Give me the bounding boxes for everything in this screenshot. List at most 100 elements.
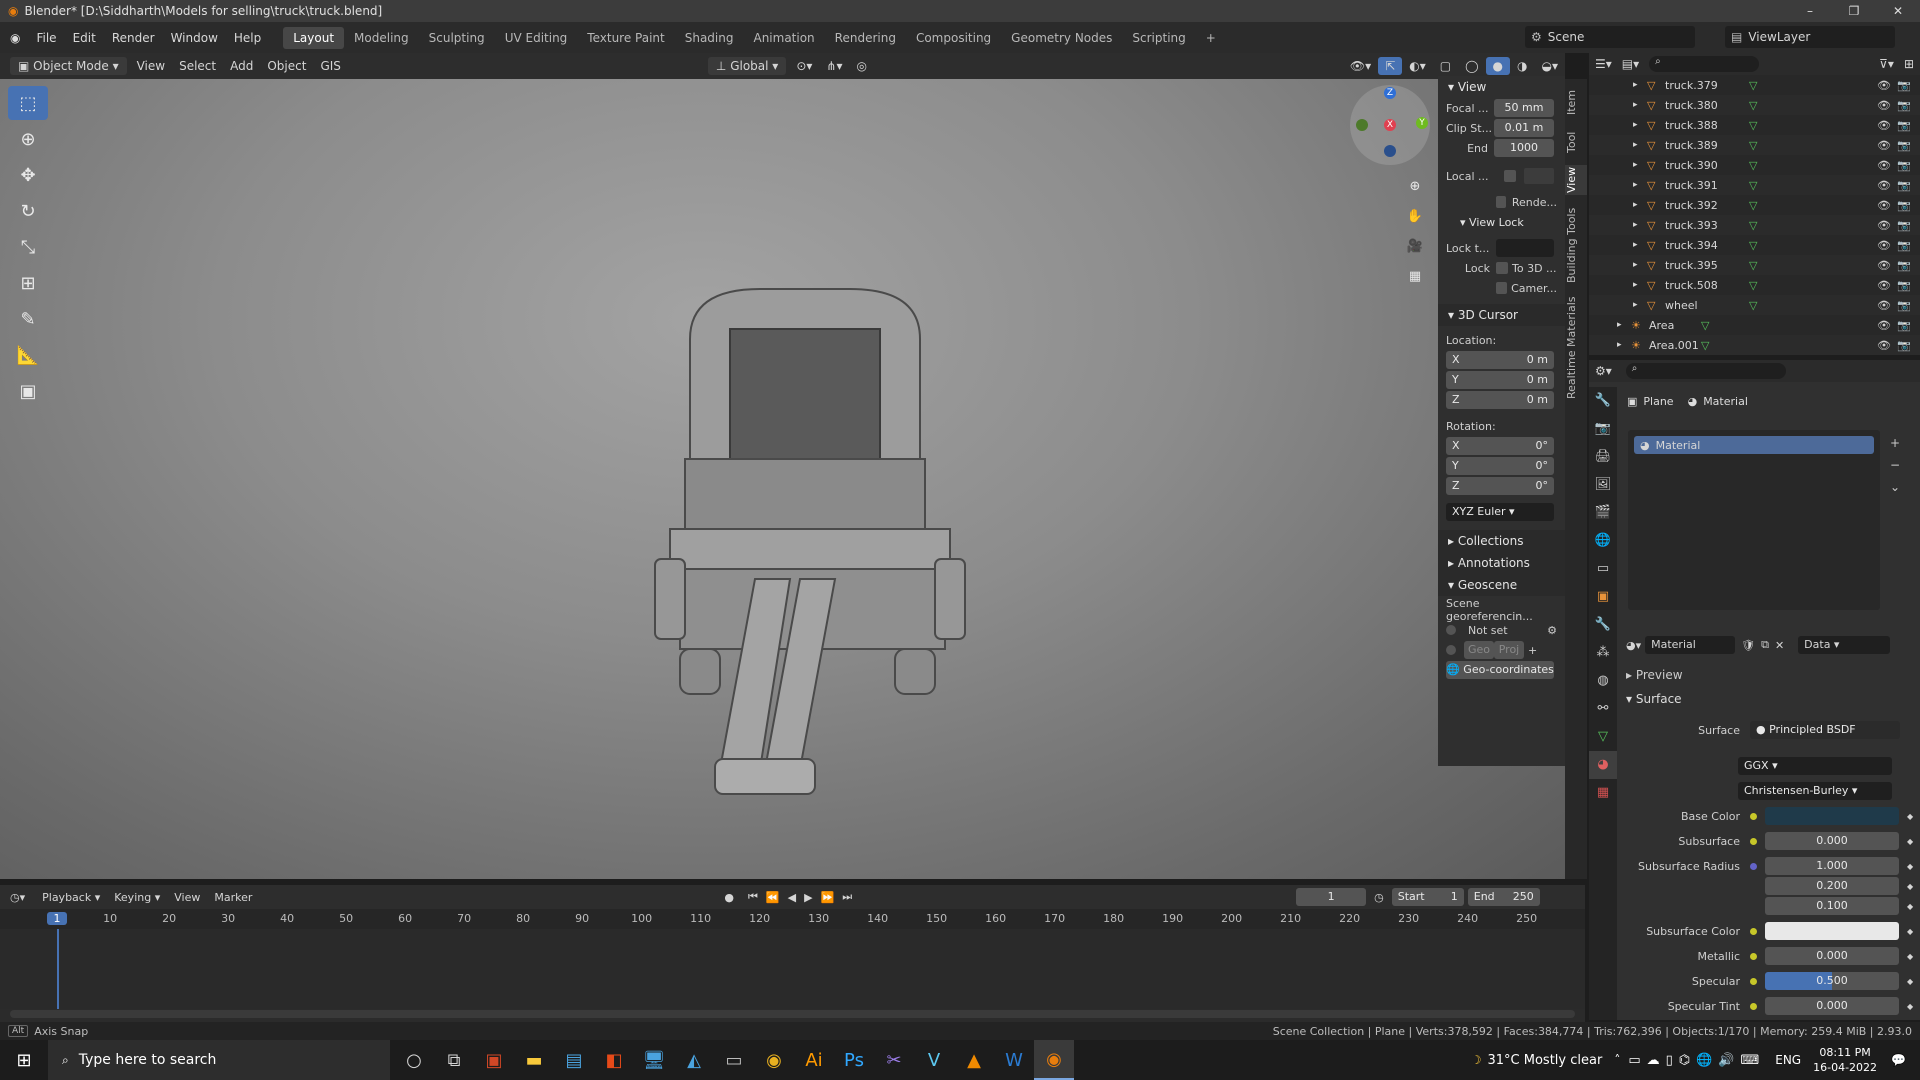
shader-input-field[interactable]: 0.000 — [1765, 997, 1899, 1015]
expand-arrow-icon[interactable]: ▸ — [1633, 140, 1638, 150]
lock-camera-checkbox[interactable] — [1496, 282, 1508, 294]
grid-icon[interactable]: ▦ — [1402, 263, 1428, 289]
gizmo-z-icon[interactable]: Z — [1384, 87, 1396, 99]
render-camera-icon[interactable]: 📷 — [1897, 319, 1911, 332]
outliner-item[interactable]: ▸ ▽ truck.389 ▽ 👁 📷 — [1589, 135, 1920, 155]
prev-key-icon[interactable]: ⏪ — [762, 891, 784, 904]
camera-picker[interactable] — [1524, 168, 1554, 184]
menu-add[interactable]: Add — [223, 57, 260, 75]
visibility-eye-icon[interactable]: 👁 — [1877, 299, 1891, 312]
material-browse-icon[interactable]: ◕▾ — [1626, 639, 1641, 652]
tab-shading[interactable]: Shading — [675, 27, 744, 49]
clip-end-field[interactable]: 1000 — [1494, 139, 1554, 157]
expand-arrow-icon[interactable]: ▸ — [1633, 220, 1638, 230]
vpn-icon[interactable]: V — [914, 1040, 954, 1080]
remove-slot-button[interactable]: − — [1890, 454, 1900, 476]
gizmo-neg-y-icon[interactable] — [1356, 119, 1368, 131]
object-tab-icon[interactable]: ▣ — [1589, 583, 1617, 611]
menu-render[interactable]: Render — [104, 31, 163, 45]
geo-settings-icon[interactable]: ⚙ — [1547, 624, 1557, 637]
visibility-eye-icon[interactable]: 👁 — [1877, 339, 1891, 352]
proj-button[interactable]: Proj — [1494, 641, 1524, 659]
gizmo-neg-z-icon[interactable] — [1384, 145, 1396, 157]
timeline-ruler[interactable]: 1 10 20 30 40 50 60 70 80 90 100 110 120 130 140 150 160… — [0, 909, 1585, 929]
tab-uv-editing[interactable]: UV Editing — [495, 27, 578, 49]
photoshop-icon[interactable]: Ps — [834, 1040, 874, 1080]
xray-icon[interactable]: ▢ — [1433, 57, 1458, 75]
keyframe-dot-icon[interactable]: ◆ — [1907, 812, 1913, 821]
render-camera-icon[interactable]: 📷 — [1897, 199, 1911, 212]
tool-tab-icon[interactable]: 🔧 — [1589, 387, 1617, 415]
geoscene-section-header[interactable]: ▾ Geoscene — [1438, 574, 1565, 596]
snap-icon[interactable]: ⋔▾ — [819, 57, 849, 75]
tab-compositing[interactable]: Compositing — [906, 27, 1001, 49]
gizmo-icon[interactable]: ⇱ — [1378, 57, 1403, 75]
outliner-search[interactable]: ⌕ — [1649, 56, 1760, 72]
azure-icon[interactable]: ◭ — [674, 1040, 714, 1080]
shader-input-field[interactable] — [1765, 922, 1899, 940]
render-region-checkbox[interactable] — [1496, 196, 1506, 208]
keyframe-dot-icon[interactable]: ◆ — [1907, 862, 1913, 871]
preview-range-icon[interactable]: ◷ — [1366, 891, 1392, 904]
expand-arrow-icon[interactable]: ▸ — [1633, 160, 1638, 170]
close-button[interactable]: ✕ — [1876, 0, 1920, 22]
focal-length-field[interactable]: 50 mm — [1494, 99, 1554, 117]
weather-text[interactable]: 31°C Mostly clear — [1488, 1053, 1603, 1068]
add-slot-button[interactable]: + — [1890, 432, 1900, 454]
pivot-icon[interactable]: ⊙▾ — [789, 57, 819, 75]
shader-input-field[interactable]: 0.000 — [1765, 947, 1899, 965]
render-camera-icon[interactable]: 📷 — [1897, 119, 1911, 132]
blender-taskbar-icon[interactable]: ◉ — [1034, 1040, 1074, 1080]
powerpoint-icon[interactable]: ▣ — [474, 1040, 514, 1080]
menu-gis[interactable]: GIS — [313, 57, 347, 75]
clip-start-field[interactable]: 0.01 m — [1494, 119, 1554, 137]
view-layer-tab-icon[interactable]: 🖼 — [1589, 471, 1617, 499]
shading-solid-icon[interactable]: ● — [1485, 57, 1511, 75]
notification-icon[interactable]: 💬 — [1891, 1053, 1906, 1067]
illustrator-icon[interactable]: Ai — [794, 1040, 834, 1080]
modifier-tab-icon[interactable]: 🔧 — [1589, 611, 1617, 639]
shader-input-field[interactable]: 1.000 — [1765, 857, 1899, 875]
record-icon[interactable]: ● — [714, 891, 744, 904]
annotations-section-header[interactable]: ▸ Annotations — [1438, 552, 1565, 574]
render-camera-icon[interactable]: 📷 — [1897, 239, 1911, 252]
outliner-item[interactable]: ▸ ☀ Area.001 ▽ 👁 📷 — [1589, 335, 1920, 355]
tray-chevron-icon[interactable]: ˄ — [1614, 1053, 1620, 1067]
menu-marker[interactable]: Marker — [207, 889, 259, 906]
output-tab-icon[interactable]: 🖨 — [1589, 443, 1617, 471]
expand-arrow-icon[interactable]: ▸ — [1633, 280, 1638, 290]
taskbar-search[interactable]: ⌕ Type here to search — [48, 1040, 390, 1080]
annotate-icon[interactable]: ✎ — [8, 302, 48, 336]
remote-desktop-icon[interactable]: 🖥 — [634, 1040, 674, 1080]
view-lock-header[interactable]: ▾ View Lock — [1438, 212, 1565, 234]
word-icon[interactable]: W — [994, 1040, 1034, 1080]
menu-select[interactable]: Select — [172, 57, 223, 75]
tab-sculpting[interactable]: Sculpting — [419, 27, 495, 49]
shader-input-field[interactable]: 0.000 — [1765, 832, 1899, 850]
maximize-button[interactable]: ❐ — [1832, 0, 1876, 22]
tab-scripting[interactable]: Scripting — [1122, 27, 1195, 49]
blender-menu-icon[interactable]: ◉ — [0, 31, 28, 45]
outliner-item[interactable]: ▸ ▽ truck.394 ▽ 👁 📷 — [1589, 235, 1920, 255]
keyframe-dot-icon[interactable]: ◆ — [1907, 952, 1913, 961]
start-frame-field[interactable]: Start 1 — [1391, 888, 1464, 906]
timeline-tracks[interactable] — [0, 929, 1585, 1009]
visibility-eye-icon[interactable]: 👁 — [1877, 139, 1891, 152]
render-camera-icon[interactable]: 📷 — [1897, 99, 1911, 112]
material-tab-icon[interactable]: ◕ — [1589, 751, 1617, 779]
keyframe-dot-icon[interactable]: ◆ — [1907, 1002, 1913, 1011]
transform-icon[interactable]: ⊞ — [8, 266, 48, 300]
texture-tab-icon[interactable]: ▦ — [1589, 779, 1617, 807]
next-key-icon[interactable]: ⏩ — [817, 891, 839, 904]
material-name-field[interactable]: Material — [1645, 636, 1736, 654]
expand-arrow-icon[interactable]: ▸ — [1633, 300, 1638, 310]
tab-geometry-nodes[interactable]: Geometry Nodes — [1001, 27, 1122, 49]
filter-icon[interactable]: ⊽▾ — [1879, 57, 1894, 71]
add-cube-icon[interactable]: ▣ — [8, 374, 48, 408]
timeline-editor-icon[interactable]: ◷▾ — [0, 891, 35, 904]
cursor-section-header[interactable]: ▾ 3D Cursor — [1438, 304, 1565, 326]
shading-rendered-icon[interactable]: ◒▾ — [1535, 57, 1566, 75]
shader-input-field[interactable] — [1765, 807, 1899, 825]
outliner-item[interactable]: ▸ ▽ truck.380 ▽ 👁 📷 — [1589, 95, 1920, 115]
cortana-icon[interactable]: ○ — [394, 1040, 434, 1080]
